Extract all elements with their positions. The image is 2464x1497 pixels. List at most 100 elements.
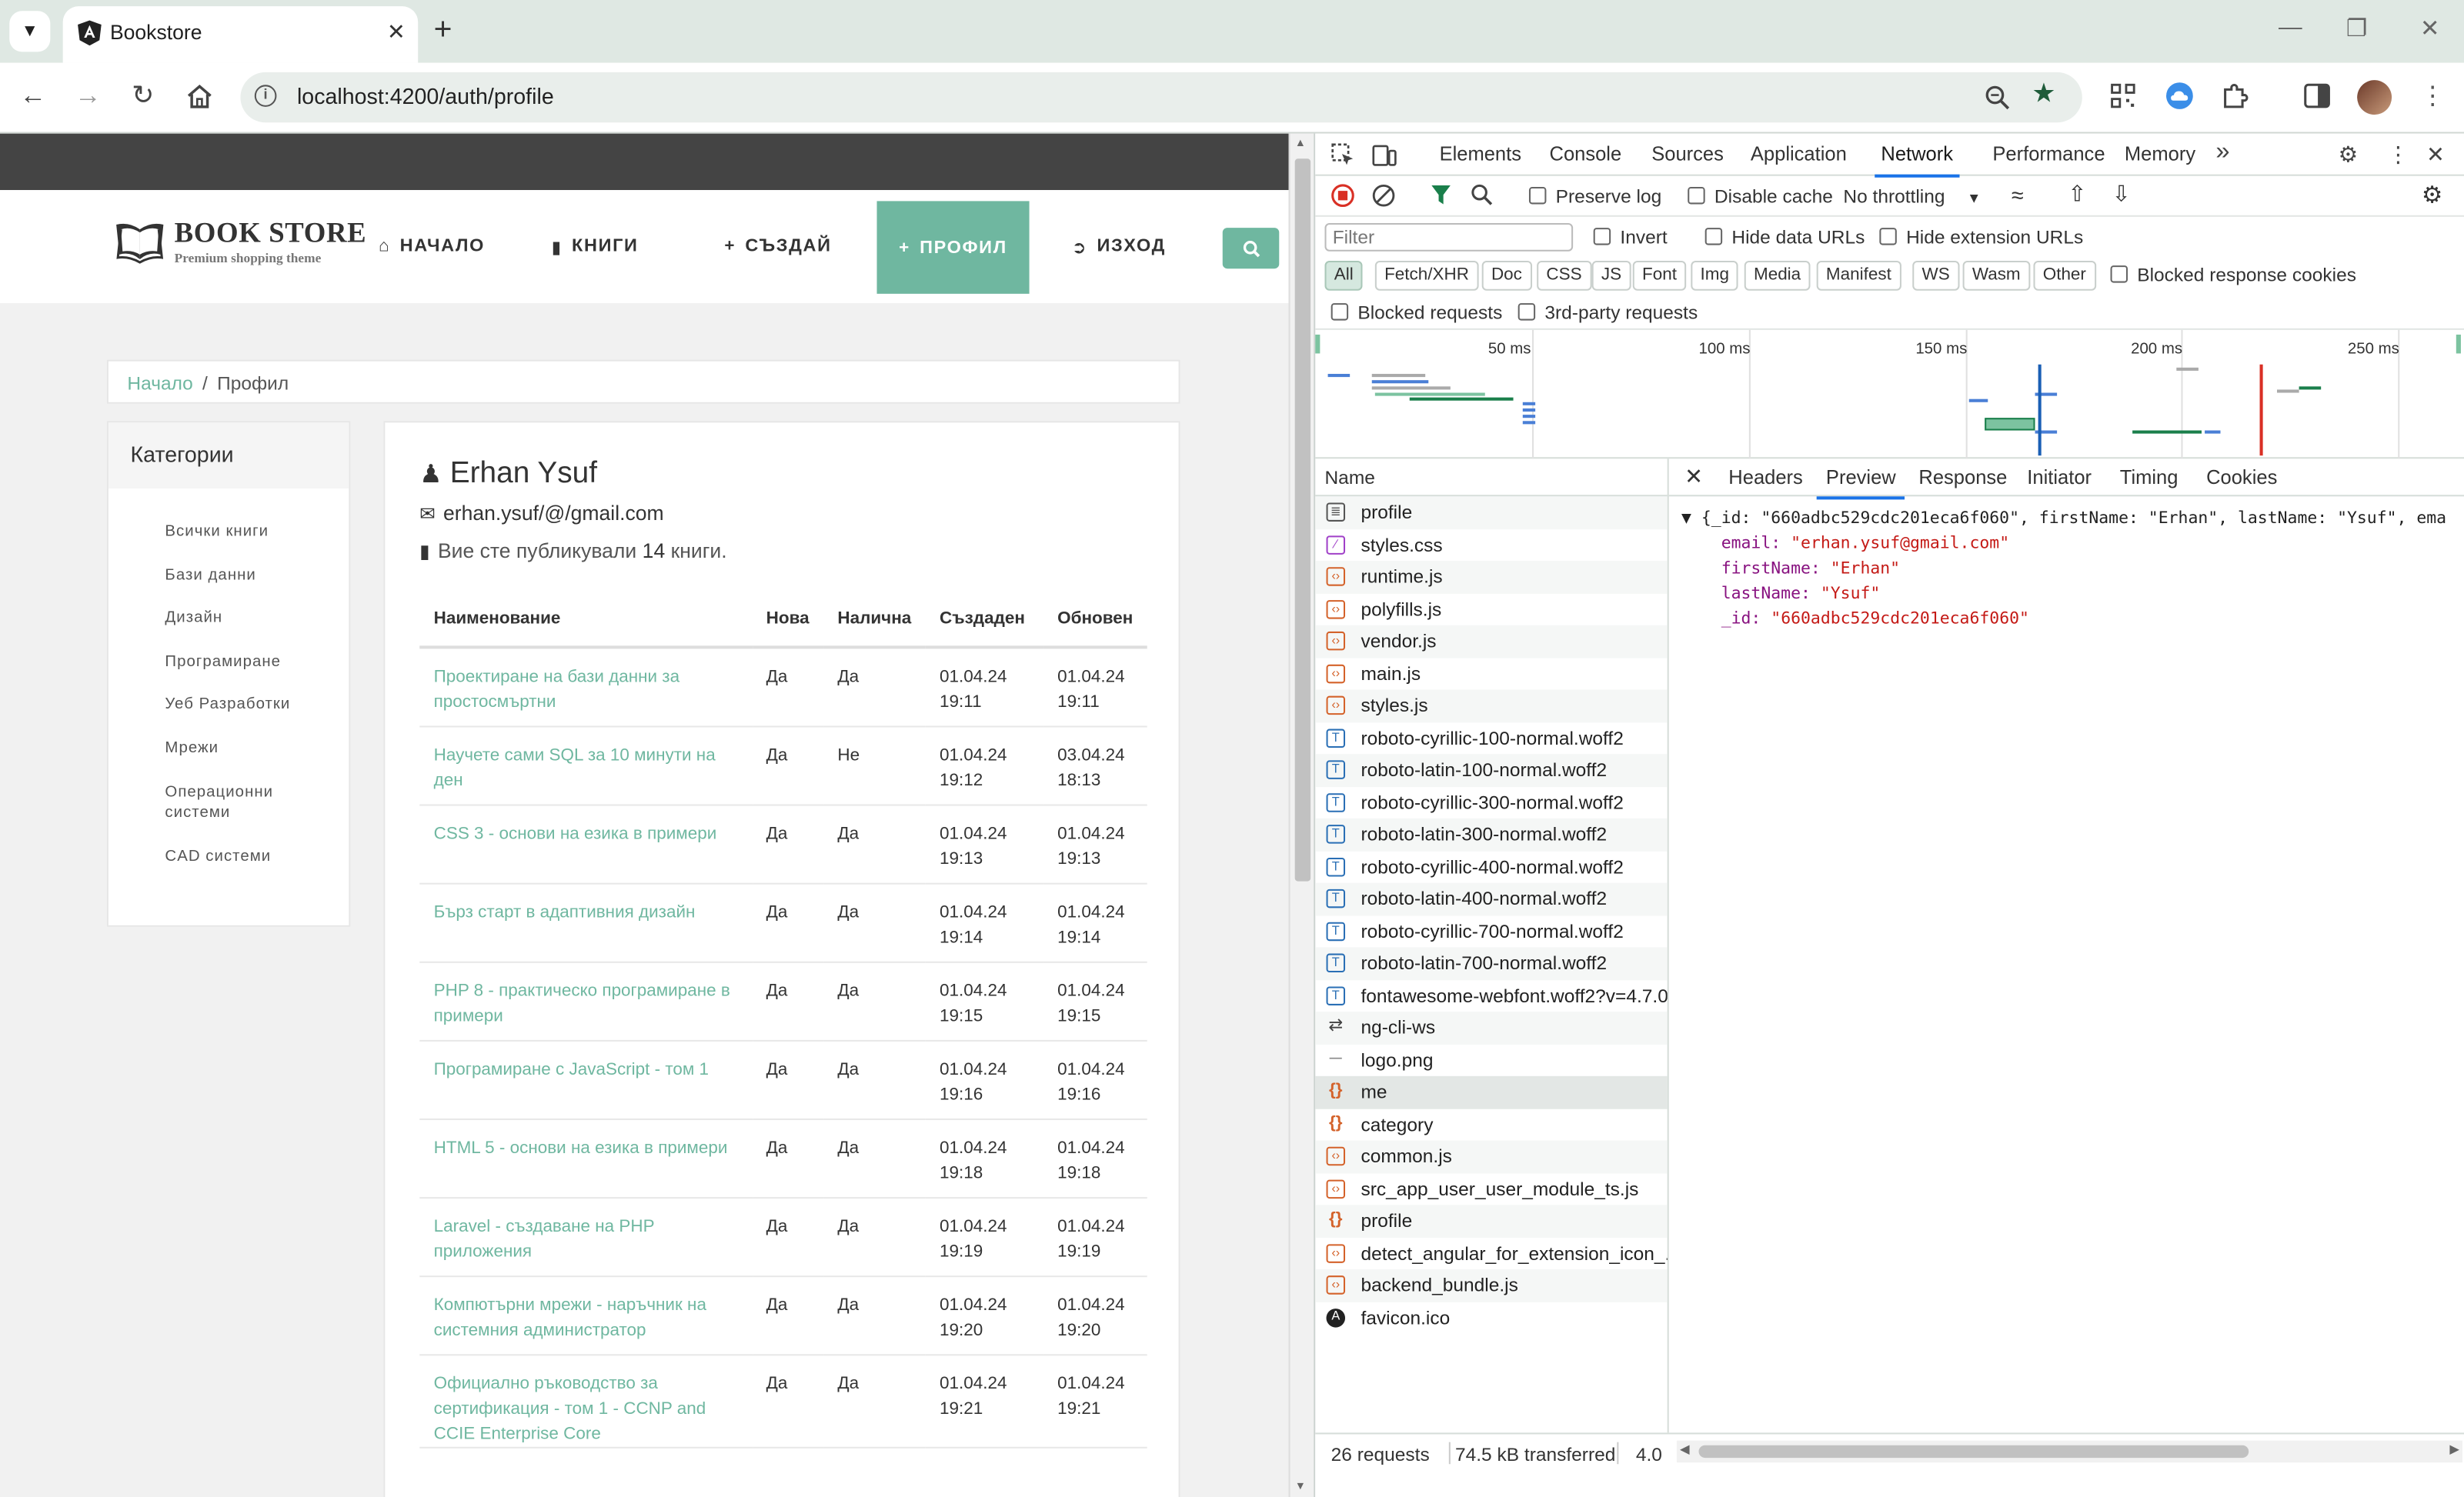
- devtools-tab-sources[interactable]: Sources: [1651, 143, 1724, 165]
- type-filter-wasm[interactable]: Wasm: [1962, 260, 2030, 291]
- request-row[interactable]: ‹› backend_bundle.js: [1315, 1269, 1668, 1302]
- filter-input[interactable]: Filter: [1324, 222, 1574, 252]
- tab-search-icon[interactable]: ▼: [9, 11, 51, 52]
- blocked-requests-check[interactable]: [1330, 303, 1349, 321]
- request-row[interactable]: {} category: [1315, 1109, 1667, 1141]
- request-row[interactable]: Troboto-cyrillic-700-normal.woff2: [1315, 915, 1667, 948]
- invert-checkbox[interactable]: Invert: [1593, 226, 1668, 248]
- close-devtools-icon[interactable]: ✕: [2426, 142, 2445, 168]
- expand-triangle-icon[interactable]: ▼: [1681, 509, 1691, 528]
- horizontal-scroll-thumb[interactable]: [1698, 1445, 2249, 1459]
- omnibox[interactable]: i localhost:4200/auth/profile ★: [240, 72, 2082, 123]
- request-row[interactable]: Afavicon.ico: [1315, 1302, 1667, 1334]
- url-text[interactable]: localhost:4200/auth/profile: [297, 83, 554, 108]
- overview-right-handle[interactable]: [2456, 334, 2461, 354]
- hide-data-urls-checkbox[interactable]: Hide data URLs: [1704, 226, 1865, 248]
- request-row[interactable]: ‹› vendor.js: [1315, 625, 1668, 658]
- request-row[interactable]: ∕ styles.css: [1315, 528, 1667, 561]
- request-row[interactable]: ‹› detect_angular_for_extension_icon_...: [1315, 1237, 1668, 1269]
- type-filter-font[interactable]: Font: [1632, 260, 1687, 291]
- type-filter-js[interactable]: JS: [1591, 260, 1631, 291]
- category-link[interactable]: Мрежи: [165, 738, 219, 759]
- request-row[interactable]: Troboto-latin-400-normal.woff2: [1315, 882, 1668, 915]
- qr-code-icon[interactable]: [2111, 83, 2136, 108]
- book-title[interactable]: Програмиране с JavaScript - том 1: [419, 1039, 753, 1119]
- detail-tab-preview[interactable]: Preview: [1816, 467, 1907, 500]
- detail-tab-timing[interactable]: Timing: [2120, 467, 2179, 489]
- book-title[interactable]: Научете сами SQL за 10 минути на ден: [419, 725, 753, 805]
- clear-icon[interactable]: [1372, 184, 1396, 208]
- type-filter-css[interactable]: CSS: [1537, 260, 1591, 291]
- preserve-log-checkbox[interactable]: Preserve log: [1528, 185, 1661, 208]
- request-row[interactable]: Tfontawesome-webfont.woff2?v=4.7.0: [1315, 979, 1668, 1012]
- type-filter-all[interactable]: All: [1324, 260, 1363, 291]
- request-row[interactable]: Troboto-latin-100-normal.woff2: [1315, 754, 1668, 787]
- category-link[interactable]: CAD системи: [165, 847, 271, 868]
- hide-extension-urls-checkbox[interactable]: Hide extension URLs: [1879, 226, 2083, 248]
- request-row[interactable]: ‹› main.js: [1315, 658, 1667, 690]
- book-title[interactable]: Официално ръководство за сертификация - …: [419, 1354, 753, 1448]
- type-filter-fetch-xhr[interactable]: Fetch/XHR: [1374, 260, 1479, 291]
- scroll-left-icon[interactable]: ◀: [1680, 1442, 1690, 1456]
- detail-tab-cookies[interactable]: Cookies: [2206, 467, 2277, 489]
- site-logo[interactable]: BOOK STORE Premium shopping theme: [113, 218, 366, 265]
- request-row[interactable]: ‹› styles.js: [1315, 689, 1668, 722]
- book-title[interactable]: Laravel - създаване на PHP приложения: [419, 1197, 753, 1277]
- extensions-puzzle-icon[interactable]: [2220, 82, 2249, 110]
- breadcrumb-home-link[interactable]: Начало: [127, 372, 192, 395]
- minimize-icon[interactable]: —: [2279, 14, 2302, 41]
- profile-avatar[interactable]: [2357, 80, 2392, 115]
- settings-gear-icon[interactable]: ⚙: [2339, 142, 2359, 168]
- preview-summary[interactable]: {_id: "660adbc529cdc201eca6f060", firstN…: [1701, 509, 2446, 528]
- detail-tab-headers[interactable]: Headers: [1728, 467, 1802, 489]
- restore-icon[interactable]: ❐: [2346, 14, 2367, 42]
- site-search-button[interactable]: [1222, 228, 1280, 269]
- throttling-select[interactable]: No throttling ▼: [1843, 185, 1981, 208]
- network-settings-icon[interactable]: ⚙: [2422, 181, 2442, 209]
- type-filter-manifest[interactable]: Manifest: [1816, 260, 1901, 291]
- request-row[interactable]: ‹› polyfills.js: [1315, 593, 1667, 625]
- blocked-response-cookies-checkbox[interactable]: Blocked response cookies: [2110, 264, 2356, 286]
- nav-create[interactable]: + СЪЗДАЙ: [724, 190, 831, 303]
- side-panel-icon[interactable]: [2304, 83, 2331, 108]
- type-filter-ws[interactable]: WS: [1912, 260, 1959, 291]
- browser-menu-icon[interactable]: ⋮: [2420, 80, 2446, 112]
- import-har-icon[interactable]: ⇧: [2068, 181, 2086, 208]
- preview-horizontal-scrollbar[interactable]: ◀ ▶: [1676, 1440, 2462, 1463]
- more-options-icon[interactable]: ⋮: [2387, 142, 2409, 168]
- request-row[interactable]: ≣ profile: [1315, 496, 1668, 529]
- request-row[interactable]: Troboto-cyrillic-100-normal.woff2: [1315, 722, 1667, 754]
- tab-close-icon[interactable]: ✕: [387, 19, 406, 46]
- device-toolbar-icon[interactable]: [1372, 143, 1397, 167]
- category-link[interactable]: Уеб Разработки: [165, 695, 290, 715]
- scroll-down-icon[interactable]: ▼: [1295, 1482, 1306, 1492]
- request-row[interactable]: ‹› common.js: [1315, 1140, 1668, 1173]
- detail-tab-initiator[interactable]: Initiator: [2027, 467, 2092, 489]
- name-column-header[interactable]: Name: [1315, 458, 1668, 497]
- scroll-up-icon[interactable]: ▲: [1295, 138, 1306, 149]
- nav-logout[interactable]: ➲ ИЗХОД: [1072, 190, 1166, 303]
- request-row[interactable]: ─ logo.png: [1315, 1044, 1667, 1076]
- request-row[interactable]: ‹› runtime.js: [1315, 561, 1668, 593]
- disable-cache-check[interactable]: [1688, 187, 1705, 205]
- third-party-requests-check[interactable]: [1517, 303, 1536, 321]
- record-stop-icon[interactable]: [1331, 184, 1355, 208]
- book-title[interactable]: CSS 3 - основи на езика в примери: [419, 804, 753, 884]
- network-conditions-icon[interactable]: ≈: [2012, 182, 2024, 208]
- request-row[interactable]: {} profile: [1315, 1205, 1668, 1238]
- type-filter-other[interactable]: Other: [2033, 260, 2096, 291]
- more-tabs-icon[interactable]: »: [2215, 138, 2229, 167]
- page-scrollbar[interactable]: ▲ ▼: [1288, 133, 1314, 1497]
- third-party-requests-checkbox[interactable]: 3rd-party requests: [1517, 302, 1698, 324]
- book-title[interactable]: Проектиране на бази данни за простосмърт…: [419, 647, 753, 727]
- filter-funnel-icon[interactable]: [1430, 184, 1452, 206]
- new-tab-icon[interactable]: +: [434, 12, 452, 48]
- cloud-extension-icon[interactable]: [2165, 82, 2194, 110]
- scroll-right-icon[interactable]: ▶: [2449, 1442, 2459, 1456]
- request-row[interactable]: Troboto-cyrillic-400-normal.woff2: [1315, 851, 1667, 883]
- nav-books[interactable]: ▮ КНИГИ: [552, 190, 639, 303]
- request-row[interactable]: ‹› src_app_user_user_module_ts.js: [1315, 1172, 1667, 1205]
- category-link[interactable]: Операционни системи: [165, 782, 290, 823]
- blocked-response-cookies-check[interactable]: [2110, 265, 2128, 283]
- devtools-tab-console[interactable]: Console: [1550, 143, 1622, 165]
